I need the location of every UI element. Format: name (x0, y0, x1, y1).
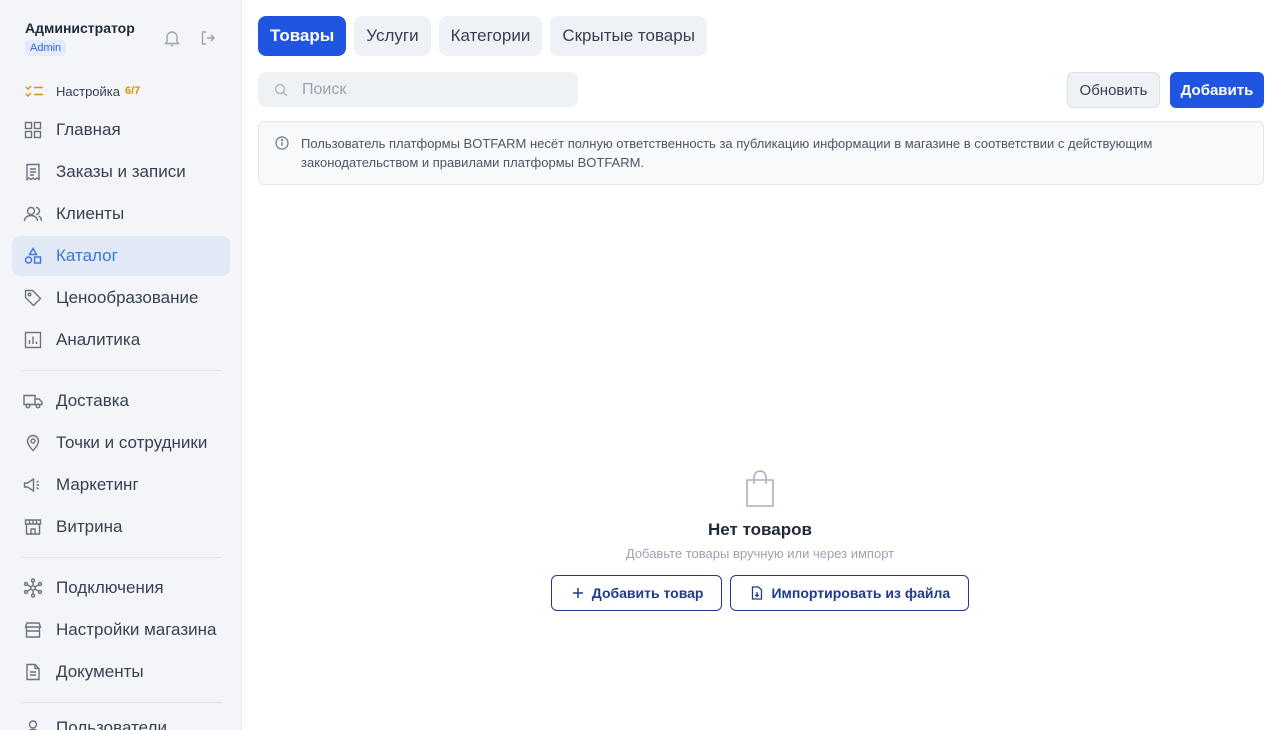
sidebar-item-label: Маркетинг (56, 475, 139, 494)
tag-icon (23, 288, 43, 308)
sidebar-item-documents[interactable]: Документы (12, 652, 230, 692)
setup-count: 6/7 (125, 85, 141, 97)
sidebar-divider (20, 557, 222, 558)
empty-subtitle: Добавьте товары вручную или через импорт (625, 546, 895, 561)
tab-services[interactable]: Услуги (354, 16, 431, 56)
network-icon (23, 578, 43, 598)
search-icon (274, 83, 288, 97)
sidebar-item-label: Подключения (56, 578, 164, 597)
empty-state: Нет товаров Добавьте товары вручную или … (520, 470, 1000, 611)
receipt-icon (23, 162, 43, 182)
empty-title: Нет товаров (708, 520, 812, 539)
sidebar-item-home[interactable]: Главная (12, 110, 230, 150)
sidebar-item-users[interactable]: Пользователи (12, 708, 230, 730)
add-button[interactable]: Добавить (1170, 72, 1264, 108)
sidebar-item-orders[interactable]: Заказы и записи (12, 152, 230, 192)
sidebar-item-store-settings[interactable]: Настройки магазина (12, 610, 230, 650)
chart-icon (23, 330, 43, 350)
logout-icon[interactable] (198, 28, 218, 48)
search-box[interactable] (258, 72, 578, 107)
role-badge: Admin (25, 40, 67, 56)
search-input[interactable] (302, 80, 562, 99)
shapes-icon (23, 246, 43, 266)
sidebar-item-catalog[interactable]: Каталог (12, 236, 230, 276)
store-icon (23, 620, 43, 640)
sidebar-divider (20, 702, 222, 703)
refresh-button[interactable]: Обновить (1067, 72, 1160, 108)
add-product-label: Добавить товар (591, 585, 704, 601)
sidebar-item-label: Главная (56, 120, 121, 139)
checklist-icon (25, 84, 44, 98)
sidebar-divider (20, 370, 222, 371)
plus-icon (572, 587, 584, 599)
truck-icon (23, 391, 43, 411)
info-icon (275, 136, 289, 155)
sidebar-item-delivery[interactable]: Доставка (12, 381, 230, 421)
sidebar-item-analytics[interactable]: Аналитика (12, 320, 230, 360)
sidebar-item-locations[interactable]: Точки и сотрудники (12, 423, 230, 463)
sidebar-item-pricing[interactable]: Ценообразование (12, 278, 230, 318)
tab-hidden-products[interactable]: Скрытые товары (550, 16, 707, 56)
sidebar-item-label: Клиенты (56, 204, 125, 223)
setup-progress[interactable]: Настройка 6/7 (25, 82, 140, 100)
sidebar-item-label: Документы (56, 662, 144, 681)
storefront-icon (23, 517, 43, 537)
sidebar-item-label: Точки и сотрудники (56, 433, 208, 452)
setup-label: Настройка (56, 83, 120, 99)
sidebar-item-clients[interactable]: Клиенты (12, 194, 230, 234)
sidebar: Администратор Admin Настройка 6/7 Главна… (0, 0, 242, 730)
catalog-tabs: Товары Услуги Категории Скрытые товары (258, 16, 707, 56)
sidebar-item-label: Каталог (56, 246, 118, 265)
tab-categories[interactable]: Категории (438, 16, 543, 56)
shopping-bag-icon (744, 470, 776, 508)
megaphone-icon (23, 475, 43, 495)
user-name: Администратор (25, 20, 135, 36)
sidebar-item-label: Пользователи (56, 718, 167, 730)
sidebar-item-label: Ценообразование (56, 288, 199, 307)
add-product-button[interactable]: Добавить товар (550, 575, 723, 611)
import-file-button[interactable]: Импортировать из файла (730, 575, 970, 611)
notice-text: Пользователь платформы BOTFARM несёт пол… (301, 136, 1153, 170)
sidebar-item-label: Доставка (56, 391, 130, 410)
sidebar-item-label: Заказы и записи (56, 162, 186, 181)
sidebar-item-storefront[interactable]: Витрина (12, 507, 230, 547)
import-file-label: Импортировать из файла (771, 585, 951, 601)
tab-products[interactable]: Товары (258, 16, 347, 56)
sidebar-item-label: Аналитика (56, 330, 141, 349)
users-icon (23, 204, 43, 224)
user-block: Администратор Admin (25, 20, 135, 56)
grid-icon (23, 120, 43, 140)
map-pin-icon (23, 433, 43, 453)
sidebar-item-label: Витрина (56, 517, 123, 536)
user-icon (23, 718, 43, 730)
sidebar-item-label: Настройки магазина (56, 620, 217, 639)
empty-actions: Добавить товар Импортировать из файла (520, 575, 1000, 611)
sidebar-item-marketing[interactable]: Маркетинг (12, 465, 230, 505)
document-icon (23, 662, 43, 682)
sidebar-item-integrations[interactable]: Подключения (12, 568, 230, 608)
file-import-icon (751, 586, 763, 600)
info-notice: Пользователь платформы BOTFARM несёт пол… (258, 121, 1264, 185)
bell-icon[interactable] (162, 28, 182, 48)
